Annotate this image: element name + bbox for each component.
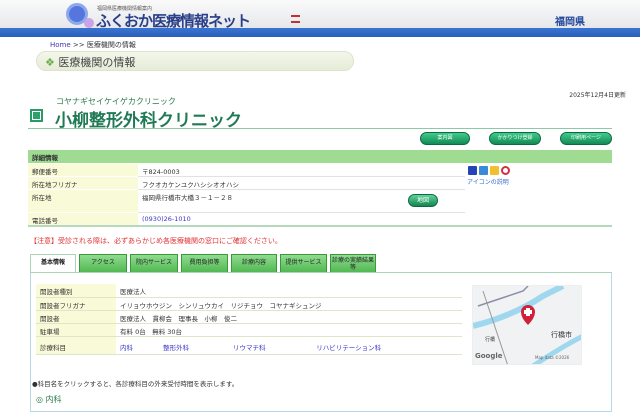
map-thumbnail[interactable]: 行橋市 行橋 Google Map data ©2026 [472, 285, 582, 365]
department-note: ●科目名をクリックすると、各診療科目の外来受付時間を表示します。 [32, 380, 239, 388]
breadcrumb-sep: >> [72, 41, 85, 49]
tab-provided[interactable]: 提供サービス [280, 254, 327, 272]
department-link[interactable]: 内科 [116, 336, 160, 355]
no-smoking-icon [501, 166, 510, 175]
note-icon [490, 166, 499, 175]
parking: 有料 0台 無料 30台 [116, 323, 462, 337]
map-attribution: Map data ©2026 [535, 355, 570, 360]
tab-basic[interactable]: 基本情報 [30, 254, 76, 273]
prefecture-logo[interactable]: 福岡県 [555, 13, 585, 28]
row-label: 診療科目 [36, 336, 116, 355]
breadcrumb-home-link[interactable]: Home [50, 41, 71, 49]
updated-date: 2025年12月4日更新 [569, 92, 626, 99]
row-label: 開設者フリガナ [36, 297, 116, 311]
tab-results[interactable]: 診療の実績結果等 [330, 254, 376, 272]
row-label: 開設者 [36, 310, 116, 324]
tab-services[interactable]: 院内サービス [130, 254, 178, 272]
warning-text: 【注意】受診される際は、必ずあらかじめ各医療機関の窓口にご確認ください。 [30, 237, 282, 245]
divider [28, 128, 612, 129]
google-logo: Google [475, 352, 503, 360]
row-label: 郵便番号 [28, 163, 138, 177]
department-link[interactable]: リウマチ科 [228, 336, 313, 355]
breadcrumb: Home >> 医療機関の情報 [50, 40, 136, 50]
facility-icons [468, 166, 510, 175]
row-label: 所在地 [28, 189, 138, 213]
department-link[interactable]: 整形外科 [159, 336, 229, 355]
wheelchair-icon [479, 166, 488, 175]
founder: 医療法人 貫柳会 理事長 小柳 俊二 [116, 310, 462, 324]
founder-type: 医療法人 [116, 284, 462, 298]
row-label: 電話番号 [28, 212, 138, 227]
row-label: 所在地フリガナ [28, 176, 138, 190]
print-button[interactable]: 印刷用ページ [560, 132, 612, 145]
diamond-icon: ❖ [45, 56, 55, 69]
tab-costs[interactable]: 費用負担等 [181, 254, 228, 272]
register-button[interactable]: かかりつけ登録 [489, 132, 541, 145]
section-title: ❖ 医療機関の情報 [36, 51, 354, 71]
details-table: 詳細情報 郵便番号 〒824-0003 所在地フリガナ フクオカケンユクハシシオオハ… [28, 150, 612, 227]
address-kana: フクオカケンユクハシシオオハシ [138, 176, 465, 190]
logo-flower-small-icon [84, 18, 94, 28]
row-label: 駐車場 [36, 323, 116, 337]
site-title-logo[interactable]: ふくおか医療情報ネット [96, 10, 251, 31]
map-station-label: 行橋 [485, 337, 496, 343]
founder-kana: イリョウホウジン シンリュウカイ リジチョウ コヤナギシュンジ [116, 297, 462, 311]
details-header: 詳細情報 [28, 150, 612, 164]
tab-access[interactable]: アクセス [79, 254, 127, 272]
banner-icon[interactable] [291, 15, 300, 23]
map-place-label: 行橋市 [551, 331, 572, 339]
breadcrumb-current: 医療機関の情報 [86, 41, 136, 49]
department-link[interactable]: リハビリテーション科 [312, 336, 462, 355]
square-bullet-icon [30, 109, 43, 122]
postal-code: 〒824-0003 [138, 163, 465, 177]
row-label: 開設者種別 [36, 284, 116, 298]
map-button[interactable]: 地図 [408, 194, 438, 207]
parking-icon [468, 166, 477, 175]
icon-help-link[interactable]: アイコンの説明 [467, 177, 509, 186]
phone-link[interactable]: (0930)26-1010 [138, 212, 465, 227]
tab-treatment[interactable]: 診療内容 [231, 254, 277, 272]
basic-info-table: 開設者種別 医療法人 開設者フリガナ イリョウホウジン シンリュウカイ リジチョウ … [36, 284, 462, 355]
guide-map-button[interactable]: 案内図 [420, 132, 470, 145]
section-title-text: 医療機関の情報 [58, 56, 136, 69]
